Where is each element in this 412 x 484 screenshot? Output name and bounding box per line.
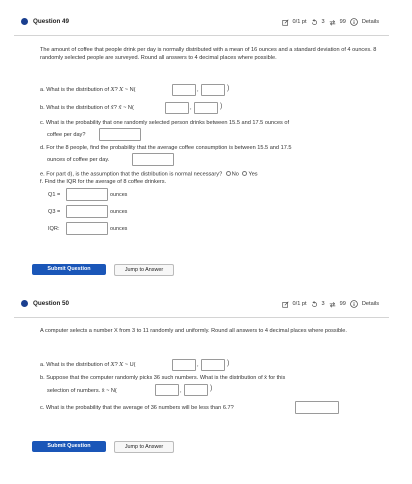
score-icon [281,18,289,26]
part-b-mean-input[interactable] [165,102,189,114]
part-c-input[interactable] [99,128,141,141]
part-c-input[interactable] [295,401,339,414]
close-paren: ) [220,103,223,110]
question-intro: A computer selects a number X from 3 to … [40,328,347,334]
part-c-line1: c. What is the probability that one rand… [40,120,290,126]
question-bullet-icon [21,18,28,25]
q1-unit: ounces [110,192,128,198]
question-title: Question 49 [33,17,70,25]
retry-icon [311,18,317,25]
part-a-line: a. What is the distribution of X? X ~ N( [40,87,136,93]
attempts-count: 99 [339,301,346,307]
part-b-prefix: b. What is the distribution of [40,105,111,111]
radio-no-label[interactable]: No [232,172,239,178]
radio-yes[interactable] [242,171,248,176]
submit-question-button[interactable]: Submit Question [32,264,106,275]
part-a-max-input[interactable] [201,359,225,371]
question-title: Question 50 [33,299,70,307]
q1-label: Q1 = [48,192,61,198]
question-meta: 0/1 pt 3 99 Details [281,300,379,308]
part-d-input[interactable] [132,153,174,166]
comma: , [180,388,182,394]
part-a-prefix: a. What is the distribution of [40,87,111,93]
part-d-line2: ounces of coffee per day. [47,157,110,163]
retry-icon [311,300,317,307]
question-50-header: Question 50 0/1 pt 3 99 Details [14,292,389,318]
part-e-line: e. For part d), is the assumption that t… [40,171,258,178]
question-50-card: Question 50 0/1 pt 3 99 Details A comput… [14,292,389,482]
submit-question-button[interactable]: Submit Question [32,441,106,452]
part-d-line1: d. For the 8 people, find the probabilit… [40,145,292,151]
iqr-label: IQR: [48,226,60,232]
part-e-text: e. For part d), is the assumption that t… [40,171,223,178]
part-b-line2: selection of numbers. x̄ ~ N( [47,388,117,394]
points-text: 0/1 pt [292,19,307,25]
q3-label: Q3 = [48,209,61,215]
radio-yes-label[interactable]: Yes [248,172,257,178]
close-paren: ) [227,360,230,367]
comma: , [190,105,192,111]
retries-count: 3 [321,19,325,25]
info-icon[interactable] [350,300,358,308]
part-f-line: f. Find the IQR for the average of 8 cof… [40,179,167,185]
part-a-prefix: a. What is the distribution of [40,362,111,368]
attempts-count: 99 [339,19,346,25]
part-a-sd-input[interactable] [201,84,225,96]
part-c-line2: coffee per day? [47,132,86,138]
details-link[interactable]: Details [362,19,379,25]
question-intro: The amount of coffee that people drink p… [40,47,377,62]
part-b-line1: b. Suppose that the computer randomly pi… [40,375,286,381]
part-b-mean-input[interactable] [155,384,179,396]
part-a-mean-input[interactable] [172,84,196,96]
points-text: 0/1 pt [292,301,307,307]
attempts-icon [329,19,335,26]
part-b-sd-input[interactable] [194,102,218,114]
q3-input[interactable] [66,205,108,218]
dist-label: ~ N( [121,105,134,111]
comma: , [197,87,199,93]
info-icon[interactable] [350,18,358,26]
part-b-sd-input[interactable] [184,384,208,396]
q3-unit: ounces [110,209,128,215]
question-bullet-icon [21,300,28,307]
part-c-line: c. What is the probability that the aver… [40,405,234,411]
details-link[interactable]: Details [362,301,379,307]
comma: , [197,362,199,368]
part-a-min-input[interactable] [172,359,196,371]
jump-to-answer-button[interactable]: Jump to Answer [114,264,174,276]
q1-input[interactable] [66,188,108,201]
question-49-card: Question 49 0/1 pt 3 99 Details The amou… [14,10,389,292]
dist-label: ~ U( [123,362,136,368]
dist-label: ~ N( [123,87,136,93]
close-paren: ) [210,385,213,392]
question-49-header: Question 49 0/1 pt 3 99 Details [14,10,389,36]
score-icon [281,300,289,308]
radio-no[interactable] [225,171,231,176]
attempts-icon [329,301,335,308]
part-b-line: b. What is the distribution of x̄? x̄ ~ … [40,105,134,111]
jump-to-answer-button[interactable]: Jump to Answer [114,441,174,453]
iqr-unit: ounces [110,226,128,232]
iqr-input[interactable] [66,222,108,235]
retries-count: 3 [321,301,325,307]
question-meta: 0/1 pt 3 99 Details [281,18,379,26]
close-paren: ) [227,85,230,92]
part-a-line: a. What is the distribution of X? X ~ U( [40,362,136,368]
